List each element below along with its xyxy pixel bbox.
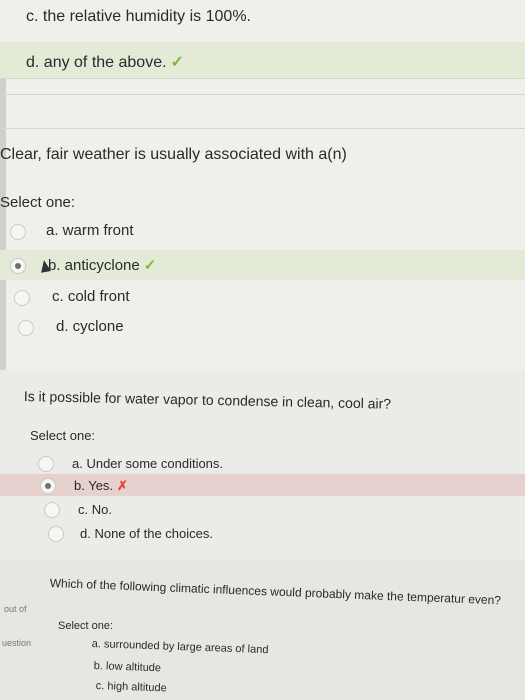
option-label: c. cold front (52, 288, 130, 305)
answer-row-b[interactable]: b. Yes. ✗ (0, 474, 525, 496)
radio-button[interactable] (48, 526, 64, 542)
select-one-label: Select one: (0, 194, 76, 211)
side-label-out-of: out of (4, 604, 27, 614)
answer-row-d[interactable]: d. cyclone (0, 312, 525, 342)
select-one-label: Select one: (30, 428, 96, 443)
answer-row-c[interactable]: c. cold front (0, 282, 525, 312)
question-text: Is it possible for water vapor to conden… (23, 388, 392, 412)
option-c[interactable]: c. high altitude (96, 680, 167, 694)
mouse-cursor-icon (39, 259, 51, 273)
option-label-b: b. anticyclone ✓ (48, 257, 157, 274)
answer-row-d[interactable]: d. None of the choices. (0, 522, 525, 544)
answer-row-a[interactable]: a. warm front (0, 216, 525, 246)
option-label: c. the relative humidity is 100%. (26, 8, 251, 25)
checkmark-icon: ✓ (170, 54, 184, 71)
select-one-label: Select one: (58, 620, 114, 632)
previous-question-options: c. the relative humidity is 100%. d. any… (0, 0, 525, 79)
question-text: Which of the following climatic influenc… (49, 576, 502, 608)
radio-button[interactable] (38, 456, 54, 472)
radio-button[interactable] (14, 290, 30, 306)
question-climate: out of uestion Which of the following cl… (0, 560, 525, 700)
option-label: d. None of the choices. (80, 526, 213, 541)
question-vapor: Is it possible for water vapor to conden… (0, 370, 525, 560)
question-text: Clear, fair weather is usually associate… (0, 146, 347, 163)
option-label: c. No. (78, 502, 112, 517)
answer-row-a[interactable]: a. Under some conditions. (0, 452, 525, 474)
option-a[interactable]: a. surrounded by large areas of land (92, 638, 269, 656)
cross-icon: ✗ (117, 478, 128, 493)
answer-row-b[interactable]: b. anticyclone ✓ (0, 250, 525, 280)
option-label: a. Under some conditions. (72, 456, 224, 471)
radio-button[interactable] (18, 320, 34, 336)
question-fronts: Clear, fair weather is usually associate… (0, 130, 525, 348)
option-b[interactable]: b. low altitude (94, 660, 162, 674)
side-label-question: uestion (2, 638, 32, 648)
option-label: d. any of the above. (26, 54, 167, 71)
divider (0, 128, 525, 129)
option-c-prev: c. the relative humidity is 100%. (26, 8, 251, 26)
option-label: a. warm front (46, 222, 134, 239)
radio-button-selected[interactable] (40, 478, 56, 494)
radio-button-selected[interactable] (10, 258, 26, 274)
answer-row-c[interactable]: c. No. (0, 498, 525, 520)
option-label-b: b. Yes. ✗ (74, 478, 128, 493)
option-d-prev: d. any of the above. ✓ (26, 52, 184, 72)
quiz-page: c. the relative humidity is 100%. d. any… (0, 0, 525, 700)
option-label: d. cyclone (56, 318, 124, 335)
radio-button[interactable] (44, 502, 60, 518)
checkmark-icon: ✓ (143, 257, 157, 274)
radio-button[interactable] (10, 224, 26, 240)
divider (0, 94, 525, 95)
